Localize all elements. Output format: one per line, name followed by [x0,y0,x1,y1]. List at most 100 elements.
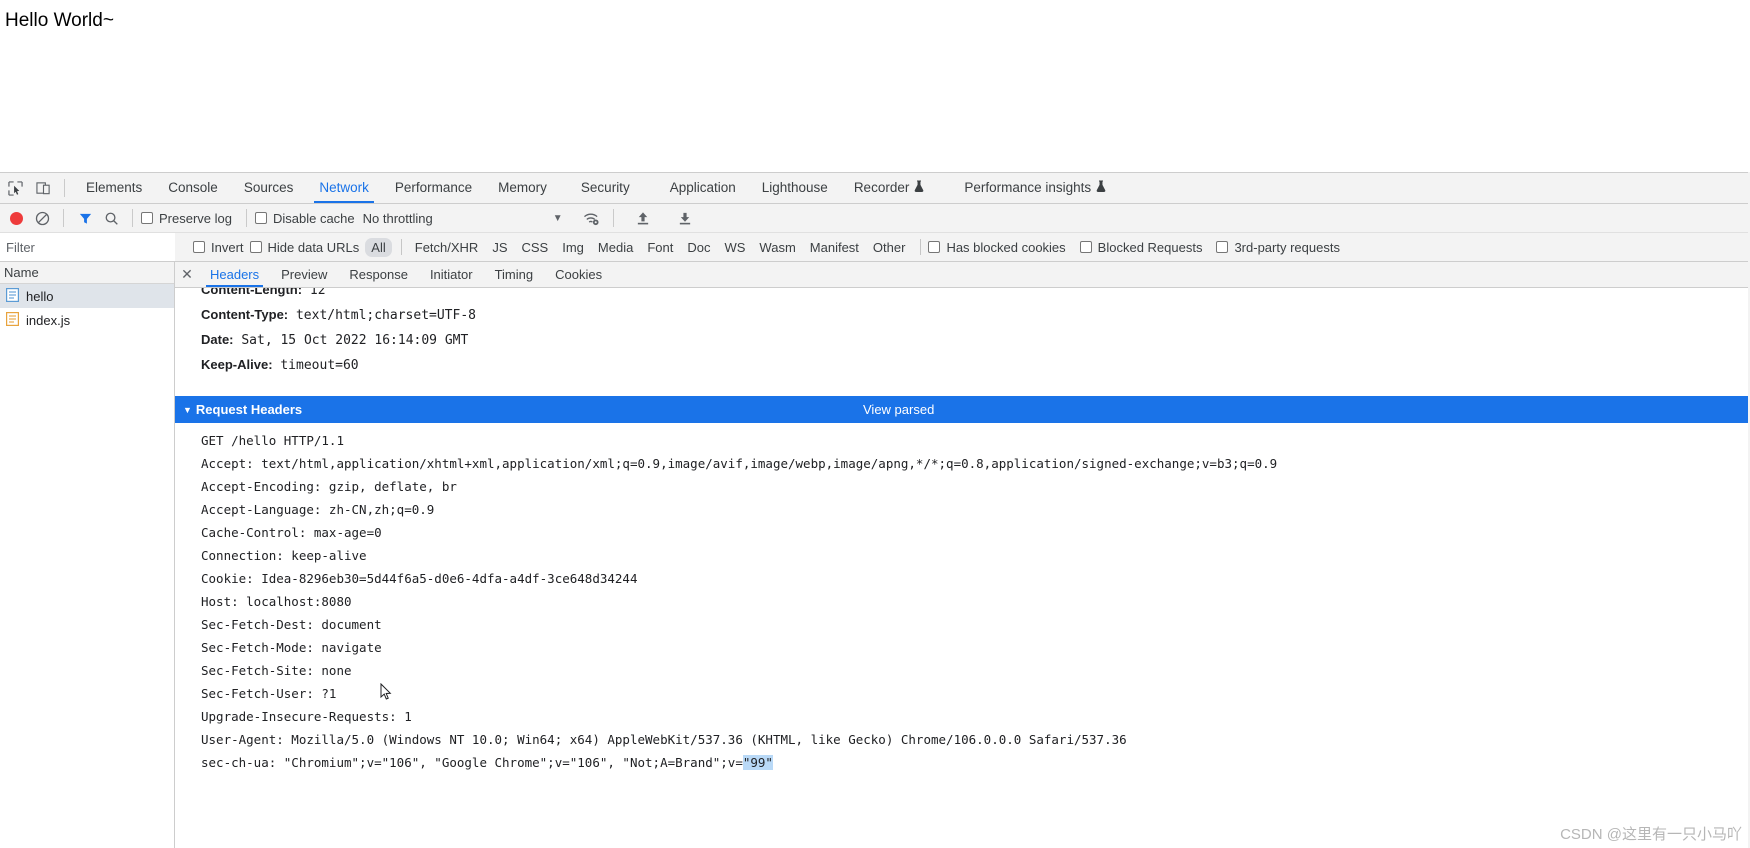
raw-header-line: Cookie: Idea-8296eb30=5d44f6a5-d0e6-4dfa… [201,571,638,586]
filter-type-doc[interactable]: Doc [681,238,716,257]
checkbox-box [254,212,267,224]
tab-lighthouse[interactable]: Lighthouse [749,173,841,203]
filter-divider-2 [920,239,922,255]
tab-performance[interactable]: Performance [382,173,485,203]
third-party-requests-checkbox[interactable]: 3rd-party requests [1216,240,1340,255]
preserve-log-label: Preserve log [159,210,232,226]
filter-type-wasm[interactable]: Wasm [753,238,801,257]
device-toolbar-icon[interactable] [30,175,56,201]
detail-tab-preview[interactable]: Preview [270,262,338,287]
tab-label: Sources [243,180,294,195]
raw-header-line: Accept-Language: zh-CN,zh;q=0.9 [201,502,435,517]
detail-tab-timing[interactable]: Timing [484,262,545,287]
raw-header-line-sec-ch-ua: sec-ch-ua: "Chromium";v="106", "Google C… [175,751,1750,774]
invert-checkbox[interactable]: Invert [193,240,244,255]
clear-network-log-icon[interactable] [29,205,55,231]
tab-label: Performance insights [964,180,1092,195]
has-blocked-cookies-checkbox[interactable]: Has blocked cookies [928,240,1066,255]
filter-type-media[interactable]: Media [592,238,639,257]
export-har-icon[interactable] [672,205,698,231]
tab-console[interactable]: Console [155,173,231,203]
filter-type-manifest[interactable]: Manifest [804,238,865,257]
list-item[interactable]: index.js [0,308,174,332]
sec-ch-ua-text: sec-ch-ua: "Chromium";v="106", "Google C… [201,755,743,770]
detail-tab-initiator[interactable]: Initiator [419,262,484,287]
request-headers-section-bar[interactable]: ▼ Request Headers View parsed [175,396,1750,423]
network-body: Name hello index.js ✕ Headers Preview Re… [0,262,1750,848]
tab-network[interactable]: Network [306,173,382,203]
request-detail-pane: ✕ Headers Preview Response Initiator Tim… [175,262,1750,848]
filter-type-other[interactable]: Other [867,238,912,257]
filter-type-js[interactable]: JS [486,238,513,257]
toolbar-divider [63,209,64,227]
tab-label: Performance [394,180,473,195]
tab-label: Lighthouse [761,180,828,195]
filter-type-font[interactable]: Font [641,238,679,257]
raw-header-line: Sec-Fetch-Site: none [201,663,352,678]
raw-header-line: Sec-Fetch-User: ?1 [201,686,337,701]
header-key: Content-Type: [201,307,289,322]
detail-tab-cookies[interactable]: Cookies [544,262,613,287]
tabbar-divider [64,179,65,197]
raw-header-line: User-Agent: Mozilla/5.0 (Windows NT 10.0… [201,732,1127,747]
list-item[interactable]: hello [0,284,174,308]
tab-application[interactable]: Application [657,173,749,203]
request-list-column-name: Name [0,262,174,284]
checkbox-box [249,241,262,253]
disable-cache-checkbox[interactable]: Disable cache [254,211,355,226]
document-file-icon [6,287,20,305]
chevron-down-icon[interactable]: ▼ [553,213,563,224]
raw-header-line: Sec-Fetch-Mode: navigate [201,640,382,655]
experiment-flask-icon [1096,173,1106,203]
inspect-element-icon[interactable] [2,175,28,201]
triangle-down-icon: ▼ [183,404,192,415]
response-header-row: Date: Sat, 15 Oct 2022 16:14:09 GMT [175,328,1750,353]
tab-label: Application [669,180,736,195]
list-item-label: index.js [26,312,71,328]
tab-elements[interactable]: Elements [73,173,155,203]
detail-tab-response[interactable]: Response [338,262,419,287]
detail-tab-headers[interactable]: Headers [199,262,270,287]
tab-performance-insights[interactable]: Performance insights [951,173,1119,203]
experiment-flask-icon [914,173,924,203]
tab-memory[interactable]: Memory [485,173,560,203]
filter-funnel-icon[interactable] [72,205,98,231]
checkbox-box [141,212,153,224]
tab-label: Security [580,180,630,195]
invert-label: Invert [211,239,244,255]
tab-recorder[interactable]: Recorder [841,173,938,203]
blocked-requests-checkbox[interactable]: Blocked Requests [1079,240,1202,255]
filter-type-img[interactable]: Img [556,238,590,257]
preserve-log-checkbox[interactable]: Preserve log [141,211,232,226]
watermark-text: CSDN @这里有一只小马吖 [1560,826,1742,843]
headers-scroll-area[interactable]: Content-Length: 12 Content-Type: text/ht… [175,288,1750,848]
section-title: Request Headers [195,402,303,417]
close-icon[interactable]: ✕ [175,263,199,287]
network-toolbar: Preserve log Disable cache No throttling… [0,204,1750,233]
tab-security[interactable]: Security [568,173,643,203]
header-key: Content-Length: [201,288,303,297]
tab-label: Recorder [853,180,910,195]
tab-label: Network [319,180,369,195]
header-key: Date: [201,332,234,347]
filter-type-ws[interactable]: WS [718,238,751,257]
raw-header-line: Accept: text/html,application/xhtml+xml,… [201,456,1278,471]
toolbar-divider-4 [612,209,614,227]
network-filter-bar: Invert Hide data URLs All Fetch/XHR JS C… [0,233,1750,262]
throttling-select[interactable]: No throttling [363,211,433,226]
search-icon[interactable] [98,205,124,231]
third-party-requests-label: 3rd-party requests [1234,239,1340,255]
filter-type-fetch-xhr[interactable]: Fetch/XHR [409,238,485,257]
import-har-icon[interactable] [630,205,656,231]
hide-data-urls-label: Hide data URLs [267,239,360,255]
hide-data-urls-checkbox[interactable]: Hide data URLs [249,239,360,255]
network-conditions-wifi-icon[interactable] [579,205,605,231]
raw-header-line: Upgrade-Insecure-Requests: 1 [201,709,412,724]
filter-type-all[interactable]: All [365,237,392,257]
filter-type-css[interactable]: CSS [516,238,555,257]
raw-header-line: Accept-Encoding: gzip, deflate, br [201,479,457,494]
view-parsed-link[interactable]: View parsed [863,402,934,417]
filter-input[interactable] [0,233,175,261]
record-stop-icon[interactable] [3,205,29,231]
tab-sources[interactable]: Sources [231,173,307,203]
